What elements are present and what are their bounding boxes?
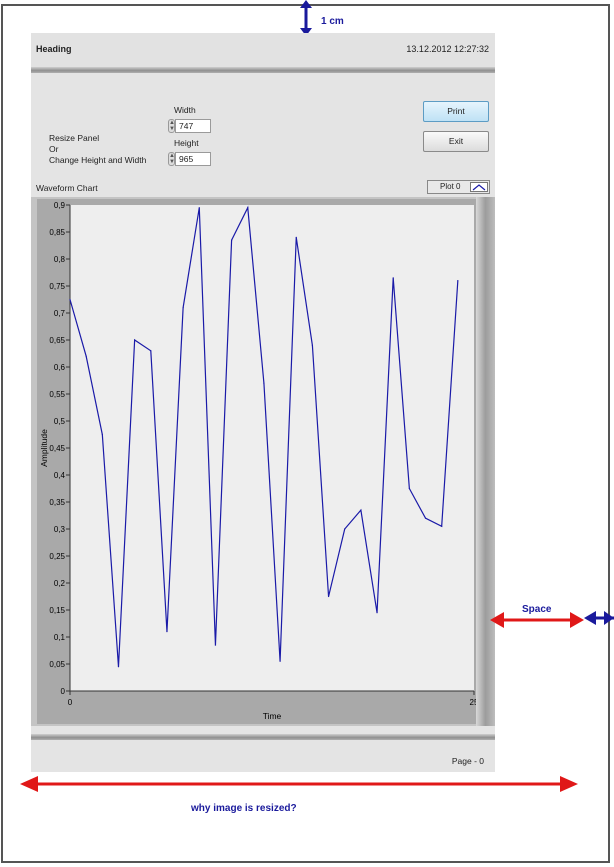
vertical-measure-arrow <box>300 0 312 36</box>
data-point <box>279 660 281 662</box>
height-field[interactable]: 965 <box>175 152 211 166</box>
data-point <box>247 207 249 209</box>
y-tick-label: 0,75 <box>49 282 65 291</box>
y-tick-label: 0,5 <box>54 417 66 426</box>
question-label: why image is resized? <box>191 803 297 814</box>
data-point <box>263 382 265 384</box>
y-tick-label: 0 <box>61 687 66 696</box>
height-label: Height <box>174 138 199 148</box>
resize-line-3: Change Height and Width <box>49 155 147 165</box>
y-axis-label: Amplitude <box>39 429 49 467</box>
y-tick-label: 0,35 <box>49 498 65 507</box>
data-point <box>441 525 443 527</box>
chart-svg: 0 0,05 0,1 0,15 0,2 0,25 0,3 0,35 0,4 0,45 0,5 0,55… <box>37 199 476 724</box>
datetime-display: 13.12.2012 12:27:32 <box>406 44 489 54</box>
y-tick-label: 0,45 <box>49 444 65 453</box>
width-label: Width <box>174 105 196 115</box>
y-tick-label: 0,15 <box>49 606 65 615</box>
data-point <box>360 509 362 511</box>
y-tick-label: 0,4 <box>54 471 66 480</box>
resize-line-1: Resize Panel <box>49 133 100 143</box>
width-field[interactable]: 747 <box>175 119 211 133</box>
data-point <box>150 350 152 352</box>
y-tick-label: 0,1 <box>54 633 66 642</box>
height-spinner[interactable]: ▲ ▼ <box>168 152 175 166</box>
print-button[interactable]: Print <box>423 101 489 122</box>
data-point <box>214 644 217 646</box>
y-tick-label: 0,85 <box>49 228 65 237</box>
header-bar: Heading 13.12.2012 12:27:32 <box>31 33 495 67</box>
waveform-chart: 0 0,05 0,1 0,15 0,2 0,25 0,3 0,35 0,4 0,45 0,5 0,55… <box>31 197 495 726</box>
plot-legend[interactable]: Plot 0 <box>427 180 490 194</box>
data-point <box>166 631 168 633</box>
space-label: Space <box>522 604 552 615</box>
data-point <box>198 207 200 209</box>
data-point <box>69 298 71 301</box>
width-spinner[interactable]: ▲ ▼ <box>168 119 175 133</box>
data-point <box>134 339 136 341</box>
line-style-icon <box>470 182 488 192</box>
data-point <box>182 307 184 309</box>
page-number: Page - 0 <box>451 756 484 766</box>
y-tick-label: 0,05 <box>49 660 65 669</box>
data-point <box>408 487 410 490</box>
data-point <box>424 517 427 519</box>
y-tick-label: 0,25 <box>49 552 65 561</box>
data-point <box>117 666 120 668</box>
chart-scrollbar[interactable] <box>476 197 495 726</box>
front-panel: Heading 13.12.2012 12:27:32 Resize Panel… <box>31 33 495 772</box>
x-tick-label: 0 <box>68 698 73 707</box>
y-tick-label: 0,7 <box>54 309 66 318</box>
space-arrows <box>490 611 614 628</box>
y-tick-label: 0,6 <box>54 363 66 372</box>
resize-line-2: Or <box>49 144 59 154</box>
y-tick-label: 0,65 <box>49 336 65 345</box>
data-point <box>85 355 87 357</box>
data-point <box>101 433 103 436</box>
exit-button[interactable]: Exit <box>423 131 489 152</box>
header-separator <box>31 67 495 73</box>
chart-title: Waveform Chart <box>36 183 98 193</box>
data-point <box>231 239 233 241</box>
data-point <box>376 612 378 614</box>
y-tick-label: 0,55 <box>49 390 65 399</box>
footer-separator <box>31 734 495 740</box>
y-tick-label: 0,2 <box>54 579 66 588</box>
y-tick-label: 0,8 <box>54 255 66 264</box>
legend-label: Plot 0 <box>440 182 461 191</box>
width-arrow <box>20 776 578 792</box>
page-title: Heading <box>36 44 72 54</box>
data-point <box>457 280 459 282</box>
y-tick-label: 0,3 <box>54 525 66 534</box>
one-cm-label: 1 cm <box>321 16 344 27</box>
data-point <box>344 528 346 530</box>
data-point <box>311 344 313 346</box>
data-point <box>295 236 297 238</box>
data-point <box>327 595 330 598</box>
data-point <box>392 277 394 279</box>
x-axis-label: Time <box>263 711 282 721</box>
y-tick-label: 0,9 <box>54 201 66 210</box>
plot-area <box>70 205 474 691</box>
